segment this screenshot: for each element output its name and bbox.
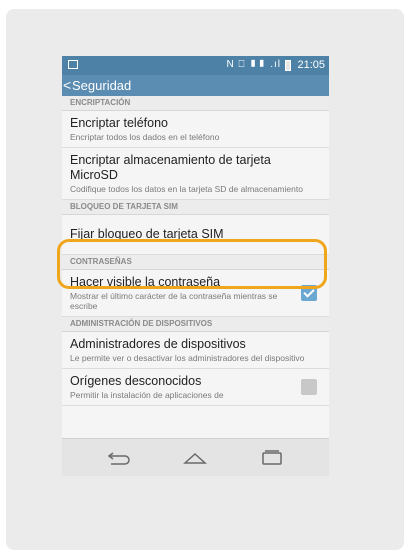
gallery-notification-icon <box>68 60 78 69</box>
setting-title: Encriptar teléfono <box>70 116 168 130</box>
setting-title: Hacer visible la contraseña <box>70 275 221 289</box>
back-chevron-icon[interactable]: < <box>63 75 71 96</box>
recent-apps-icon[interactable] <box>260 448 284 468</box>
setting-subtitle: Mostrar el último carácter de la contras… <box>70 291 278 311</box>
section-header-encriptacion: ENCRIPTACIÓN <box>62 96 329 111</box>
section-header-administracion: ADMINISTRACIÓN DE DISPOSITIVOS <box>62 317 329 332</box>
back-arrow-icon[interactable] <box>107 448 131 468</box>
section-header-contrasenas: CONTRASEÑAS <box>62 255 329 270</box>
setting-subtitle: Permitir la instalación de aplicaciones … <box>70 390 224 400</box>
setting-title: Fijar bloqueo de tarjeta SIM <box>70 227 224 241</box>
battery-icon <box>285 60 291 71</box>
app-bar: < Seguridad <box>62 75 329 96</box>
status-time: 21:05 <box>297 59 325 71</box>
setting-show-password[interactable]: Hacer visible la contraseña Mostrar el ú… <box>62 270 329 317</box>
show-password-checkbox[interactable] <box>301 285 317 301</box>
section-header-sim: BLOQUEO DE TARJETA SIM <box>62 200 329 215</box>
status-icons: N ⎕ ▮▮ .ıl <box>226 59 281 70</box>
setting-subtitle: Codifique todos los datos en la tarjeta … <box>70 184 303 194</box>
setting-unknown-sources[interactable]: Orígenes desconocidos Permitir la instal… <box>62 369 329 406</box>
phone-screen: N ⎕ ▮▮ .ıl 21:05 < Seguridad ENCRIPTACIÓ… <box>62 56 329 476</box>
setting-device-admins[interactable]: Administradores de dispositivos Le permi… <box>62 332 329 369</box>
navigation-bar <box>62 438 329 476</box>
home-icon[interactable] <box>183 448 207 468</box>
settings-list[interactable]: ENCRIPTACIÓN Encriptar teléfono Encripta… <box>62 96 329 438</box>
setting-title: Encriptar almacenamiento de tarjeta Micr… <box>70 153 271 182</box>
page-title: Seguridad <box>72 78 132 93</box>
setting-title: Orígenes desconocidos <box>70 374 202 388</box>
setting-encrypt-phone[interactable]: Encriptar teléfono Encriptar todos los d… <box>62 111 329 148</box>
unknown-sources-checkbox[interactable] <box>301 379 317 395</box>
setting-sim-lock[interactable]: Fijar bloqueo de tarjeta SIM <box>62 215 329 255</box>
status-bar: N ⎕ ▮▮ .ıl 21:05 <box>62 56 329 75</box>
setting-title: Administradores de dispositivos <box>70 337 246 351</box>
setting-subtitle: Encriptar todos los dados en el teléfono <box>70 132 220 142</box>
setting-subtitle: Le permite ver o desactivar los administ… <box>70 353 305 363</box>
setting-encrypt-sd[interactable]: Encriptar almacenamiento de tarjeta Micr… <box>62 148 329 200</box>
